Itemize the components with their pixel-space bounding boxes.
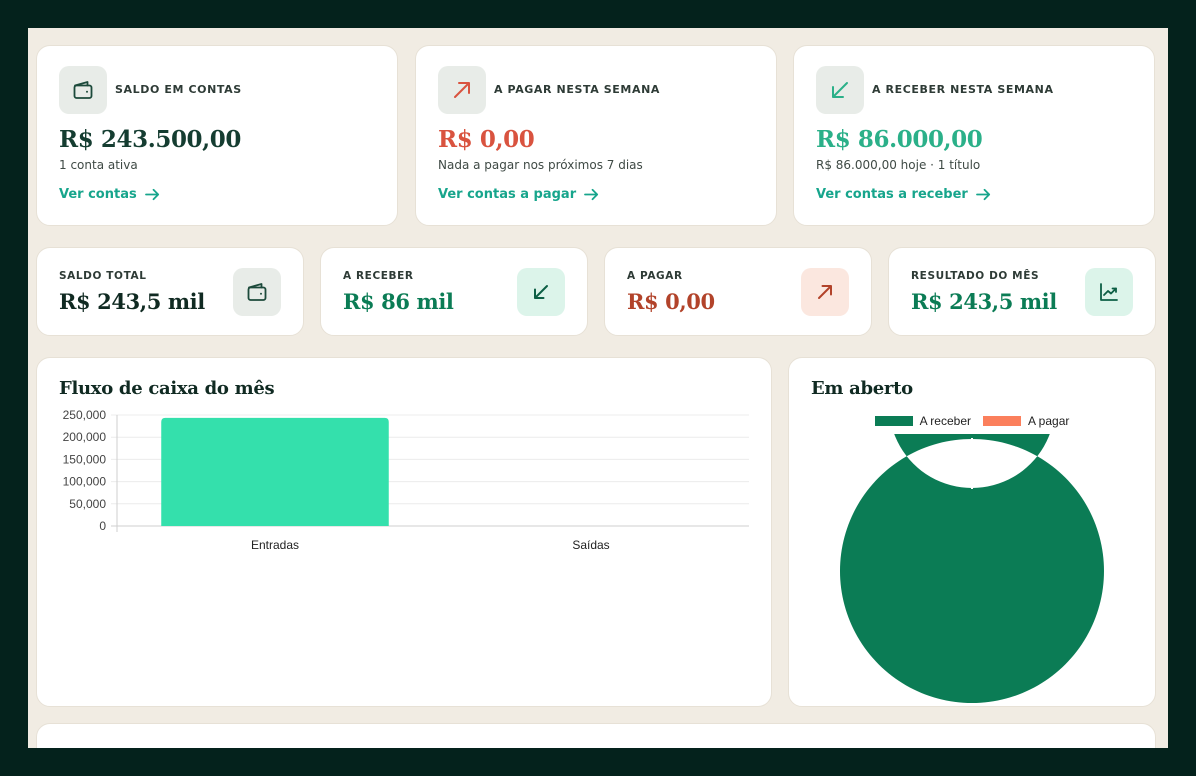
legend-swatch	[874, 416, 913, 426]
stat-label: SALDO TOTAL	[59, 270, 147, 282]
link-label: Ver contas a pagar	[438, 187, 577, 202]
stat-label: A PAGAR	[627, 270, 683, 282]
link-label: Ver contas	[59, 187, 137, 202]
arrow-up-right-icon	[438, 66, 486, 114]
arrow-right-icon	[584, 188, 599, 201]
link-label: Ver contas a receber	[816, 187, 968, 202]
y-tick-label: 150,000	[63, 452, 107, 466]
wallet-icon	[59, 66, 107, 114]
stat-a-pagar: A PAGAR R$ 0,00	[604, 247, 872, 336]
card-value: R$ 243.500,00	[59, 126, 241, 153]
stat-a-receber: A RECEBER R$ 86 mil	[320, 247, 588, 336]
card-subtext: R$ 86.000,00 hoje · 1 título	[816, 158, 981, 172]
y-tick-label: 50,000	[69, 497, 106, 511]
stat-label: A RECEBER	[343, 270, 414, 282]
panel-title: Fluxo de caixa do mês	[59, 378, 275, 399]
y-tick-label: 0	[99, 519, 106, 533]
card-label: A RECEBER NESTA SEMANA	[872, 83, 1054, 96]
y-tick-label: 250,000	[63, 408, 107, 422]
stat-value: R$ 243,5 mil	[911, 289, 1057, 314]
arrow-right-icon	[144, 188, 159, 201]
ver-contas-a-pagar-link[interactable]: Ver contas a pagar	[438, 187, 599, 202]
arrow-up-right-icon	[801, 268, 849, 316]
legend-label: A pagar	[1028, 414, 1070, 428]
card-label: SALDO EM CONTAS	[115, 83, 242, 96]
card-subtext: 1 conta ativa	[59, 158, 138, 172]
bar-entradas	[161, 417, 389, 526]
card-a-receber-semana: A RECEBER NESTA SEMANA R$ 86.000,00 R$ 8…	[793, 45, 1155, 226]
stat-saldo-total: SALDO TOTAL R$ 243,5 mil	[36, 247, 304, 336]
x-tick-label: Entradas	[251, 538, 299, 552]
legend-swatch	[983, 416, 1021, 426]
legend-label: A receber	[919, 414, 971, 428]
cashflow-panel: Fluxo de caixa do mês 250,000 200,000 150,…	[36, 357, 772, 707]
stat-value: R$ 0,00	[627, 289, 715, 314]
panel-title: Em aberto	[811, 378, 913, 399]
dashboard-canvas: SALDO EM CONTAS R$ 243.500,00 1 conta at…	[28, 28, 1168, 748]
stat-value: R$ 86 mil	[343, 289, 454, 314]
legend-item-a-receber[interactable]: A receber	[874, 414, 971, 428]
legend-item-a-pagar[interactable]: A pagar	[983, 414, 1069, 428]
cashflow-bar-chart: 250,000 200,000 150,000 100,000 50,000 0 Entra…	[63, 408, 749, 552]
y-tick-label: 200,000	[63, 430, 107, 444]
stat-label: RESULTADO DO MÊS	[911, 270, 1040, 282]
arrow-right-icon	[975, 188, 990, 201]
card-subtext: Nada a pagar nos próximos 7 dias	[438, 158, 643, 172]
card-value: R$ 0,00	[438, 126, 535, 153]
card-value: R$ 86.000,00	[816, 126, 983, 153]
stat-value: R$ 243,5 mil	[59, 289, 205, 314]
card-a-pagar-semana: A PAGAR NESTA SEMANA R$ 0,00 Nada a paga…	[415, 45, 777, 226]
em-aberto-panel: Em aberto A receber A pagar	[788, 357, 1156, 707]
wallet-icon	[233, 268, 281, 316]
arrow-down-left-icon	[517, 268, 565, 316]
ver-contas-link[interactable]: Ver contas	[59, 187, 160, 202]
y-tick-label: 100,000	[63, 475, 107, 489]
card-saldo-em-contas: SALDO EM CONTAS R$ 243.500,00 1 conta at…	[36, 45, 398, 226]
trend-chart-icon	[1085, 268, 1133, 316]
donut-legend: A receber A pagar	[789, 414, 1155, 428]
ver-contas-a-receber-link[interactable]: Ver contas a receber	[816, 187, 991, 202]
stat-resultado-mes: RESULTADO DO MÊS R$ 243,5 mil	[888, 247, 1156, 336]
x-tick-label: Saídas	[572, 538, 609, 552]
arrow-down-left-icon	[816, 66, 864, 114]
card-label: A PAGAR NESTA SEMANA	[494, 83, 660, 96]
bottom-card	[36, 723, 1156, 748]
em-aberto-donut-chart	[840, 434, 1104, 703]
